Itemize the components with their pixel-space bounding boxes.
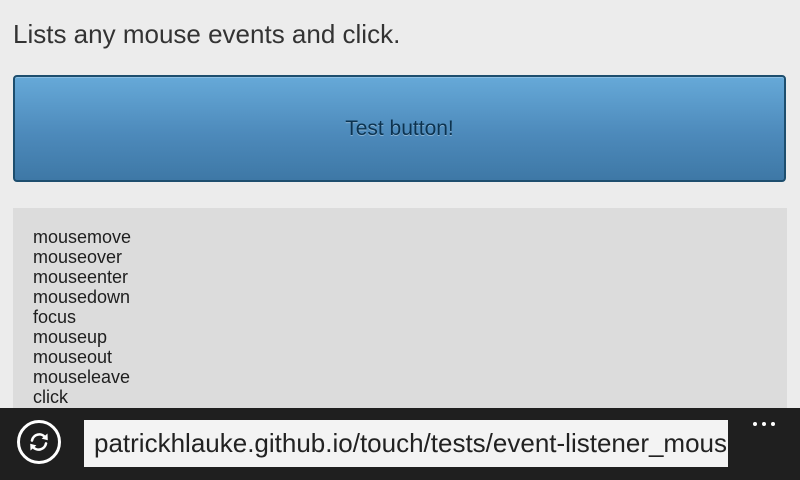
event-log-item: mouseover: [33, 247, 123, 267]
event-log-item: mouseleave: [33, 367, 131, 387]
test-button[interactable]: Test button!: [13, 75, 786, 182]
address-bar[interactable]: patrickhlauke.github.io/touch/tests/even…: [84, 420, 728, 467]
event-log-item: mouseenter: [33, 267, 129, 287]
browser-app-bar: patrickhlauke.github.io/touch/tests/even…: [0, 408, 800, 480]
event-log-item: mousedown: [33, 287, 131, 307]
refresh-button[interactable]: [17, 420, 61, 464]
more-icon: [762, 422, 766, 426]
event-log-item: click: [33, 387, 68, 407]
refresh-icon: [30, 433, 48, 451]
more-button[interactable]: [744, 412, 784, 436]
event-log-item: mouseup: [33, 327, 108, 347]
event-log-item: mouseout: [33, 347, 113, 367]
event-log-panel: mousemove mouseover mouseenter mousedown…: [13, 208, 787, 408]
event-log-item: focus: [33, 307, 77, 327]
event-log-list: mousemove mouseover mouseenter mousedown…: [33, 227, 131, 407]
page-description: Lists any mouse events and click.: [13, 19, 401, 49]
more-icon: [753, 422, 757, 426]
more-icon: [771, 422, 775, 426]
test-button-label: Test button!: [345, 116, 454, 140]
event-log-item: mousemove: [33, 227, 132, 247]
